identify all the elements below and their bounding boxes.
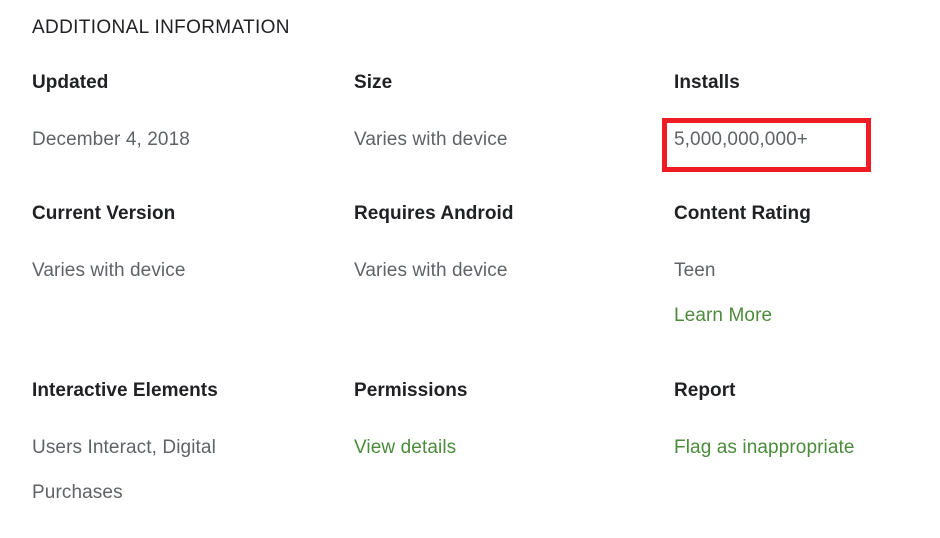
page-title: ADDITIONAL INFORMATION xyxy=(32,17,290,38)
info-label-updated: Updated xyxy=(32,72,109,93)
info-value-interactive-elements: Users Interact, Digital Purchases xyxy=(32,437,216,503)
info-values-report: Flag as inappropriate xyxy=(674,425,924,470)
view-details-link[interactable]: View details xyxy=(354,425,456,470)
learn-more-link[interactable]: Learn More xyxy=(674,293,772,338)
info-values-permissions: View details xyxy=(354,425,654,470)
info-label-content-rating: Content Rating xyxy=(674,203,811,224)
info-row: Interactive Elements Users Interact, Dig… xyxy=(0,378,940,538)
info-cell-current-version: Current Version Varies with device xyxy=(32,201,332,293)
info-row: Current Version Varies with device Requi… xyxy=(0,201,940,378)
info-values-requires-android: Varies with device xyxy=(354,248,654,293)
info-values-content-rating: Teen Learn More xyxy=(674,248,924,338)
info-label-requires-android: Requires Android xyxy=(354,203,514,224)
info-value-updated: December 4, 2018 xyxy=(32,129,190,150)
info-label-report: Report xyxy=(674,380,736,401)
info-value-requires-android: Varies with device xyxy=(354,260,508,281)
info-label-size: Size xyxy=(354,72,393,93)
info-value-installs: 5,000,000,000+ xyxy=(674,129,809,150)
info-label-permissions: Permissions xyxy=(354,380,468,401)
info-values-updated: December 4, 2018 xyxy=(32,117,332,162)
info-cell-size: Size Varies with device xyxy=(354,70,654,162)
info-cell-permissions: Permissions View details xyxy=(354,378,654,470)
info-values-installs: 5,000,000,000+ xyxy=(674,117,924,162)
info-value-size: Varies with device xyxy=(354,129,508,150)
info-cell-requires-android: Requires Android Varies with device xyxy=(354,201,654,293)
info-value-current-version: Varies with device xyxy=(32,260,186,281)
info-values-interactive-elements: Users Interact, Digital Purchases xyxy=(32,425,332,515)
info-cell-interactive-elements: Interactive Elements Users Interact, Dig… xyxy=(32,378,332,515)
info-label-interactive-elements: Interactive Elements xyxy=(32,380,218,401)
info-label-installs: Installs xyxy=(674,72,740,93)
info-cell-updated: Updated December 4, 2018 xyxy=(32,70,332,162)
info-value-content-rating: Teen xyxy=(674,260,716,281)
info-values-current-version: Varies with device xyxy=(32,248,332,293)
info-row: Updated December 4, 2018 Size Varies wit… xyxy=(0,70,940,201)
info-cell-report: Report Flag as inappropriate xyxy=(674,378,924,470)
info-values-size: Varies with device xyxy=(354,117,654,162)
additional-information-page: ADDITIONAL INFORMATION Updated December … xyxy=(0,0,940,538)
info-label-current-version: Current Version xyxy=(32,203,176,224)
info-cell-content-rating: Content Rating Teen Learn More xyxy=(674,201,924,338)
additional-information-grid: Updated December 4, 2018 Size Varies wit… xyxy=(0,70,940,538)
flag-as-inappropriate-link[interactable]: Flag as inappropriate xyxy=(674,425,855,470)
info-cell-installs: Installs 5,000,000,000+ xyxy=(674,70,924,162)
